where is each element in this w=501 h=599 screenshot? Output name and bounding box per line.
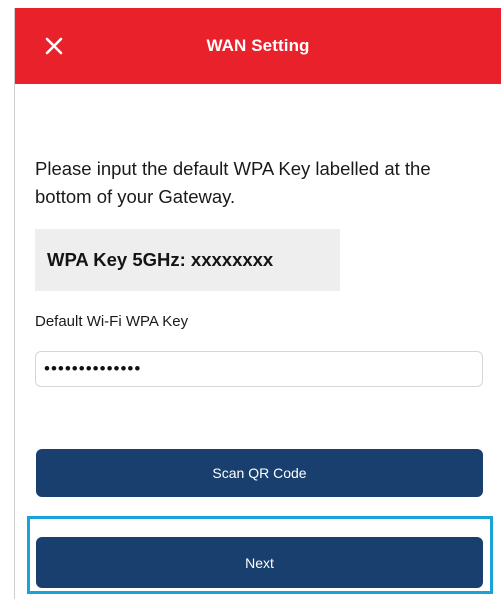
page-title: WAN Setting [206, 36, 310, 55]
instruction-text: Please input the default WPA Key labelle… [35, 158, 431, 207]
close-icon[interactable] [43, 35, 65, 57]
next-button[interactable]: Next [36, 537, 483, 588]
top-margin [0, 0, 501, 8]
wpa-key-example-text: WPA Key 5GHz: xxxxxxxx [47, 249, 274, 270]
wpa-key-input[interactable] [35, 351, 483, 387]
wpa-key-example-box: WPA Key 5GHz: xxxxxxxx [35, 229, 340, 291]
left-divider [14, 8, 15, 599]
wpa-key-field-label: Default Wi-Fi WPA Key [35, 313, 189, 330]
header-bar: WAN Setting [15, 8, 501, 84]
wan-setting-screen: WAN Setting Please input the default WPA… [0, 0, 501, 599]
scan-qr-code-button[interactable]: Scan QR Code [36, 449, 483, 497]
